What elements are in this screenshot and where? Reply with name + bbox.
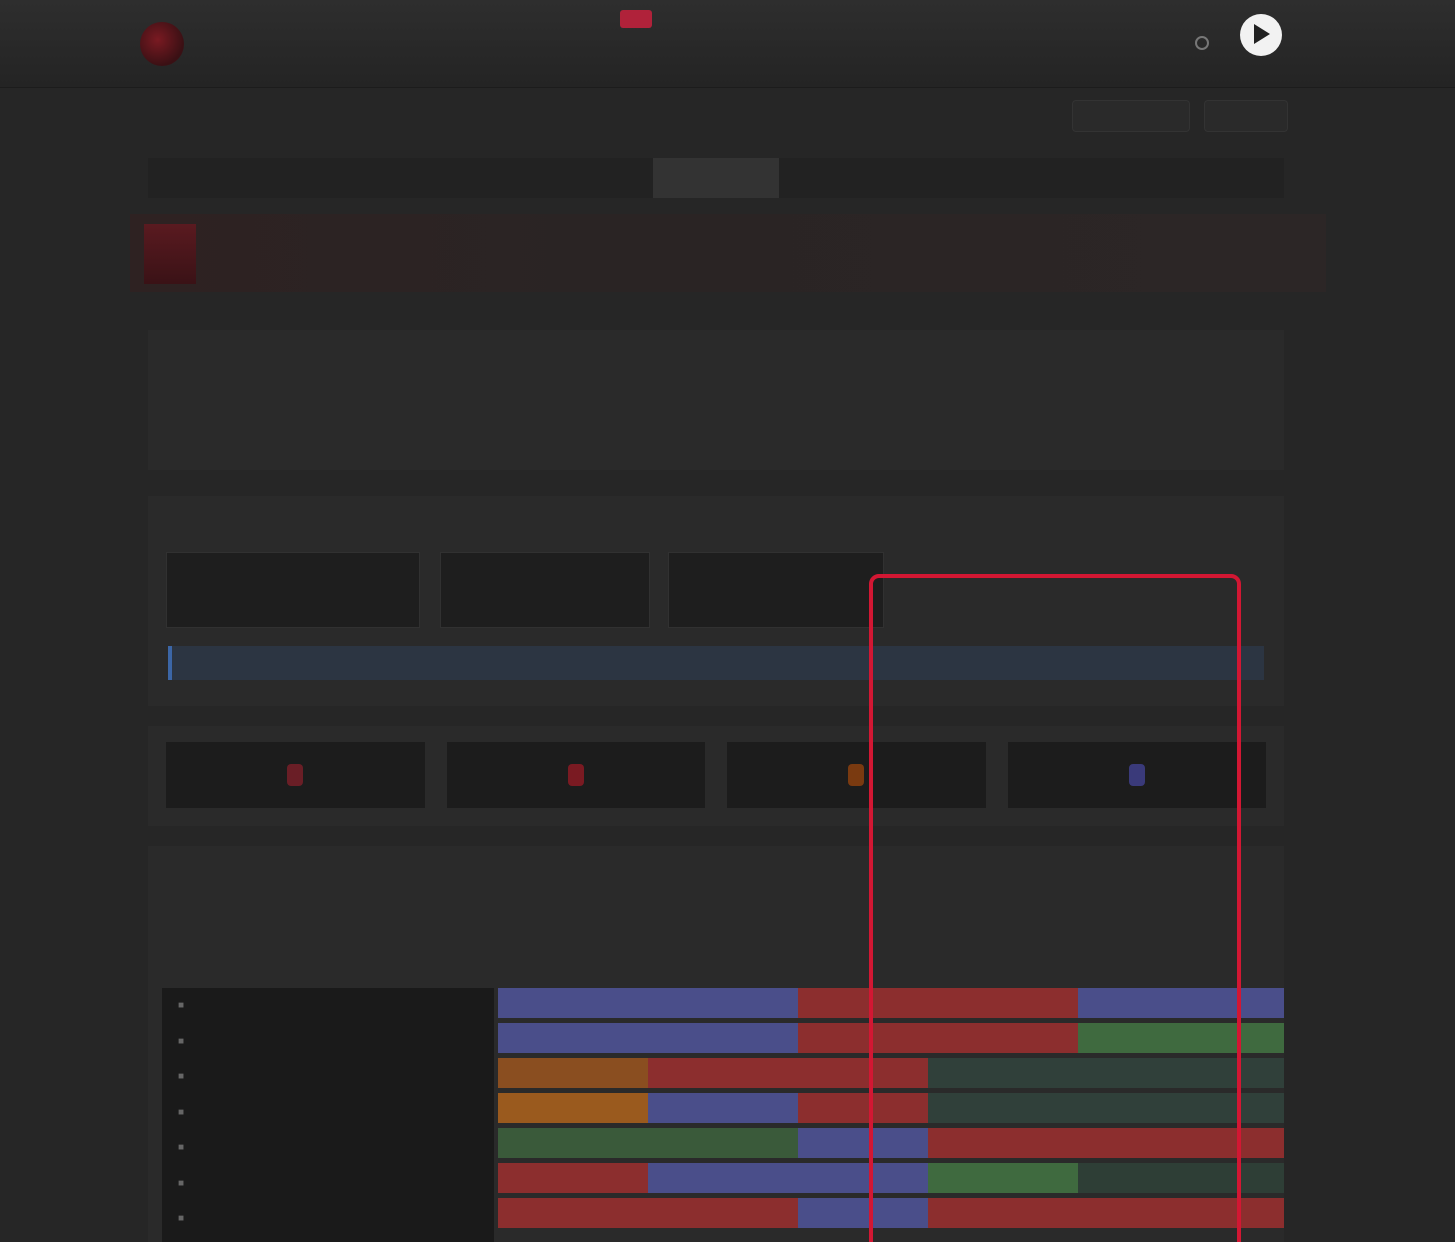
matrix-cell[interactable]: [1078, 1023, 1284, 1053]
header-action-button-1[interactable]: [1072, 100, 1190, 132]
matrix-cell[interactable]: [928, 1163, 1078, 1193]
nav-item-1[interactable]: [470, 36, 542, 56]
nav-item-4[interactable]: [764, 36, 836, 56]
page-hero: [130, 214, 1326, 292]
stat-strip: [148, 726, 1284, 826]
stat-badge-1: [287, 764, 304, 786]
search-icon[interactable]: [1195, 36, 1209, 50]
matrix-cell[interactable]: [498, 1198, 648, 1228]
info-banner: [168, 646, 1264, 680]
stat-badge-4: [1128, 764, 1145, 786]
nav-item-6[interactable]: [960, 36, 1032, 56]
matrix-row-list: [162, 988, 494, 1242]
matrix-cell[interactable]: [1078, 1163, 1284, 1193]
selection-card-1[interactable]: [166, 552, 420, 628]
matrix-cell[interactable]: [648, 1128, 798, 1158]
matrix-cell[interactable]: [798, 1163, 928, 1193]
stat-badge-2: [567, 764, 584, 786]
hero-emblem: [144, 224, 196, 284]
matrix-cell[interactable]: [498, 1058, 648, 1088]
matrix-cell[interactable]: [928, 1093, 1284, 1123]
matrix-cell[interactable]: [928, 1023, 1078, 1053]
matrix-cell[interactable]: [648, 1198, 798, 1228]
section-tabs: [148, 158, 1284, 198]
tab-6[interactable]: [779, 158, 905, 198]
matrix-cell[interactable]: [1078, 1198, 1284, 1228]
matrix-cell[interactable]: [798, 1093, 928, 1123]
tab-1[interactable]: [148, 158, 274, 198]
top-navigation-bar: [0, 0, 1455, 88]
matrix-row-name[interactable]: [162, 1201, 494, 1237]
tab-2[interactable]: [274, 158, 400, 198]
matrix-cell[interactable]: [798, 1058, 928, 1088]
matrix-row-name[interactable]: [162, 1095, 494, 1131]
matrix-cell[interactable]: [648, 1163, 798, 1193]
matchup-matrix: [148, 846, 1284, 1242]
header-action-button-2[interactable]: [1204, 100, 1288, 132]
matrix-cell[interactable]: [498, 1128, 648, 1158]
tab-8[interactable]: [1032, 158, 1158, 198]
matrix-row-name[interactable]: [162, 1059, 494, 1095]
matrix-cell[interactable]: [928, 1198, 1078, 1228]
tab-4[interactable]: [527, 158, 653, 198]
matrix-cell[interactable]: [648, 1023, 798, 1053]
stat-card-3: [727, 742, 986, 808]
matrix-cell[interactable]: [648, 1058, 798, 1088]
stat-card-4: [1007, 742, 1266, 808]
matrix-cell[interactable]: [798, 1128, 928, 1158]
matrix-cell[interactable]: [928, 1128, 1078, 1158]
tab-3[interactable]: [400, 158, 526, 198]
nav-item-2[interactable]: [568, 36, 640, 56]
site-logo[interactable]: [140, 22, 184, 66]
intro-text: [148, 330, 1284, 470]
stat-card-2: [446, 742, 705, 808]
matrix-cell[interactable]: [498, 1093, 648, 1123]
nav-item-5[interactable]: [862, 36, 934, 56]
matrix-cell[interactable]: [1078, 1128, 1284, 1158]
stat-card-1: [166, 742, 425, 808]
selection-card-3[interactable]: [668, 552, 884, 628]
nav-new-badge: [620, 10, 652, 28]
matrix-cell[interactable]: [498, 988, 648, 1018]
selection-panel: [148, 496, 1284, 706]
matrix-row-name[interactable]: [162, 988, 494, 1024]
matrix-cell[interactable]: [928, 1058, 1284, 1088]
matrix-cell[interactable]: [498, 1023, 648, 1053]
matrix-cell[interactable]: [1078, 988, 1284, 1018]
user-avatar[interactable]: [1240, 14, 1282, 56]
main-nav: [470, 36, 1032, 56]
selection-card-2[interactable]: [440, 552, 650, 628]
matrix-cell[interactable]: [798, 988, 928, 1018]
matrix-cell[interactable]: [928, 988, 1078, 1018]
tab-5[interactable]: [652, 158, 780, 198]
matrix-cell[interactable]: [798, 1198, 928, 1228]
matrix-cell[interactable]: [798, 1023, 928, 1053]
matrix-row-name[interactable]: [162, 1024, 494, 1060]
tab-9[interactable]: [1158, 158, 1284, 198]
stat-badge-3: [848, 764, 865, 786]
matrix-row-name[interactable]: [162, 1166, 494, 1202]
nav-item-3[interactable]: [666, 36, 738, 56]
matrix-row-name[interactable]: [162, 1130, 494, 1166]
matrix-cell[interactable]: [648, 1093, 798, 1123]
tab-7[interactable]: [905, 158, 1031, 198]
matrix-cell[interactable]: [648, 988, 798, 1018]
matrix-cell[interactable]: [498, 1163, 648, 1193]
